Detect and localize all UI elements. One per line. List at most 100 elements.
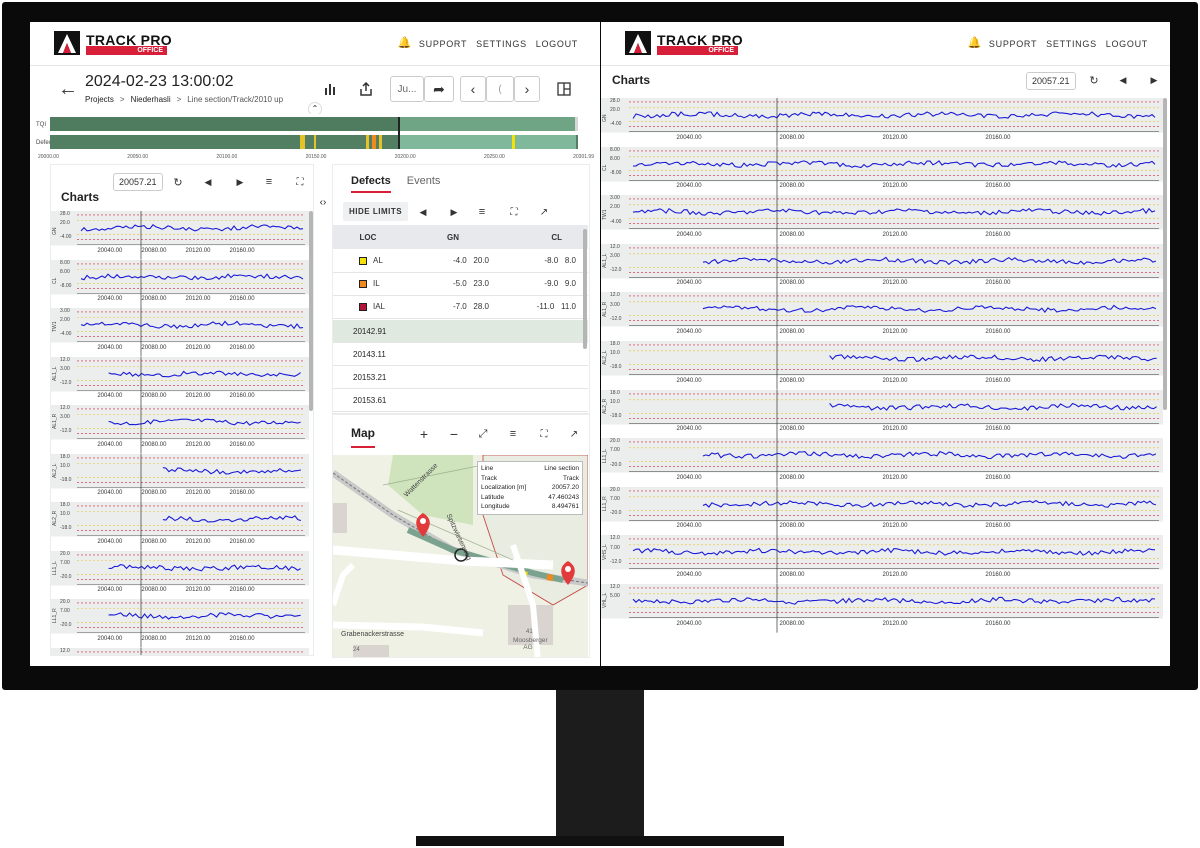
top-bar: TRACK PRO OFFICE 🔔 SUPPORT SETTINGS LOGO…: [601, 22, 1170, 66]
back-arrow-icon[interactable]: ←: [58, 78, 78, 101]
col-header-gn[interactable]: GN: [403, 225, 503, 249]
reset-icon[interactable]: ↻: [171, 175, 185, 189]
strip-label: CL: [52, 277, 58, 284]
position-box[interactable]: 20057.21: [113, 173, 163, 191]
settings-link[interactable]: SETTINGS: [476, 39, 527, 49]
panel-resize-icon[interactable]: ‹›: [314, 197, 332, 211]
strip-x-tick: 20120.00: [882, 523, 908, 530]
breadcrumb-projects[interactable]: Projects: [85, 95, 114, 104]
zoom-out-icon[interactable]: −: [447, 426, 461, 442]
defect-location-row[interactable]: 20153.21: [333, 366, 588, 389]
chart-strip-al2_r[interactable]: AL2_R 18.0 10.0 -18.0 20040.00 20080.00 20120.…: [51, 502, 309, 551]
chart-strip-al1_r[interactable]: AL1_R 12.0 3.00 -12.0 20040.00 20080.00 20120.…: [601, 292, 1163, 341]
strip-background: [51, 502, 309, 537]
support-link[interactable]: SUPPORT: [989, 39, 1037, 49]
chart-strip-gn[interactable]: GN 28.0 20.0 -4.00 20040.00 20080.00 20120.00 2…: [601, 98, 1163, 147]
strip-x-tick: 20080.00: [141, 344, 167, 351]
limit-row[interactable]: IL -5.0 23.0 -9.0 9.0: [333, 272, 588, 296]
tqi-track[interactable]: [50, 117, 578, 131]
col-header-cl[interactable]: CL: [503, 225, 588, 249]
reset-icon[interactable]: ↻: [1087, 73, 1101, 87]
chevron-left-icon[interactable]: ‹: [460, 76, 486, 102]
tab-defects[interactable]: Defects: [351, 175, 391, 193]
right-screen: TRACK PRO OFFICE 🔔 SUPPORT SETTINGS LOGO…: [601, 22, 1170, 666]
strip-y-tick: 18.0: [60, 453, 70, 460]
fullscreen-icon[interactable]: ⛶: [293, 175, 307, 189]
fit-bounds-icon[interactable]: ⤢: [476, 427, 490, 441]
hide-limits-button[interactable]: HIDE LIMITS: [343, 202, 409, 221]
strip-x-tick: 20160.00: [985, 571, 1011, 578]
step-back-icon[interactable]: ◀: [201, 175, 215, 189]
strip-x-tick: 20160.00: [229, 635, 255, 642]
strip-plot: [51, 211, 309, 260]
chevron-right-icon[interactable]: ›: [514, 76, 540, 102]
strip-y-tick: 5.00: [610, 593, 620, 600]
chart-strip-ll1_r[interactable]: LL1_R 20.0 7.00 -20.0 20040.00 20080.00 20120.…: [601, 486, 1163, 536]
bell-icon[interactable]: 🔔: [398, 38, 412, 49]
layout-icon[interactable]: [554, 76, 574, 102]
filter-icon[interactable]: ≡: [475, 205, 489, 219]
chart-strip-vhs_l[interactable]: VHS_L12.020040.0020080.0020120.0020160.0…: [51, 647, 309, 655]
chart-strip-cl[interactable]: CL 8.00 8.00 -8.00 20040.00 20080.00 20120.00 2…: [601, 146, 1163, 196]
defects-scrollbar[interactable]: [583, 229, 587, 349]
step-forward-icon[interactable]: ▶: [1147, 73, 1161, 87]
limit-row[interactable]: IAL -7.0 28.0 -11.0 11.0: [333, 295, 588, 319]
chart-strip-al1_r[interactable]: AL1_R 12.0 3.00 -12.0 20040.00 20080.00 20120.…: [51, 405, 309, 454]
charts-scrollbar[interactable]: [1163, 98, 1167, 410]
logout-link[interactable]: LOGOUT: [1106, 39, 1148, 49]
step-back-icon[interactable]: ◀: [1116, 73, 1130, 87]
chart-strip-al2_l[interactable]: AL2_L 18.0 10.0 -18.0 20040.00 20080.00 20120.…: [601, 341, 1163, 390]
filter-icon[interactable]: ≡: [262, 175, 276, 189]
strip-y-tick: -12.0: [610, 558, 622, 565]
defect-location-row[interactable]: 20142.91: [333, 320, 588, 343]
chart-strip-gn[interactable]: GN 28.0 20.0 -4.00 20040.00 20080.00 20120.00 2…: [51, 211, 309, 260]
col-header-loc[interactable]: LOC: [333, 225, 403, 249]
support-link[interactable]: SUPPORT: [419, 39, 467, 49]
strip-x-tick: 20040.00: [676, 183, 702, 190]
nav-input[interactable]: (: [486, 76, 514, 102]
chart-strip-ll1_r[interactable]: LL1_R 20.0 7.00 -20.0 20040.00 20080.00 20120.…: [51, 599, 309, 648]
bell-icon[interactable]: 🔔: [968, 38, 982, 49]
open-external-icon[interactable]: ↗: [567, 427, 581, 441]
defect-location-row[interactable]: 20143.11: [333, 343, 588, 366]
chart-strip-tw1[interactable]: TW1 3.00 2.00 -4.00 20040.00 20080.00 20120.00…: [601, 195, 1163, 244]
fullscreen-icon[interactable]: ⛶: [537, 427, 551, 441]
defect-track[interactable]: [50, 117, 578, 149]
breadcrumb-niederhasli[interactable]: Niederhasli: [131, 95, 171, 104]
step-back-icon[interactable]: ◀: [416, 205, 430, 219]
settings-link[interactable]: SETTINGS: [1046, 39, 1097, 49]
limit-row[interactable]: AL -4.0 20.0 -8.0 8.0: [333, 249, 588, 273]
chart-strip-al2_l[interactable]: AL2_L 18.0 10.0 -18.0 20040.00 20080.00 20120.…: [51, 453, 309, 502]
chart-strip-vhl_l[interactable]: VHL_L 12.0 5.00 20040.00 20080.00 20120.00 201…: [601, 584, 1163, 633]
map-view[interactable]: Wattenstrasse Spitzwiesenweg Grabenacker…: [333, 455, 588, 657]
chart-strip-al1_l[interactable]: AL1_L 12.0 3.00 -12.0 20040.00 20080.00 20120.…: [601, 243, 1163, 293]
chart-strip-al2_r[interactable]: AL2_R 18.0 10.0 -18.0 20040.00 20080.00 20120.…: [601, 389, 1163, 439]
strip-x-tick: 20160.00: [985, 134, 1011, 141]
chart-strip-ll1_l[interactable]: LL1_L 20.0 7.00 -20.0 20040.00 20080.00 20120.…: [601, 438, 1163, 487]
bar-chart-icon[interactable]: [320, 76, 340, 102]
zoom-in-icon[interactable]: +: [417, 426, 431, 442]
defect-location-row[interactable]: 20153.61: [333, 389, 588, 412]
forward-icon[interactable]: ➦: [424, 76, 454, 102]
open-external-icon[interactable]: ↗: [537, 205, 551, 219]
select-dropdown[interactable]: Ju...: [390, 76, 424, 102]
tooltip-row: Localization [m] 20057.20: [481, 483, 579, 493]
filter-icon[interactable]: ≡: [506, 427, 520, 441]
strip-x-tick: 20120.00: [882, 571, 908, 578]
chart-strip-al1_l[interactable]: AL1_L 12.0 3.00 -12.0 20040.00 20080.00 20120.…: [51, 356, 309, 405]
chart-strip-cl[interactable]: CL 8.00 8.00 -8.00 20040.00 20080.00 20120.00 2…: [51, 259, 309, 308]
chart-strip-vhs_l[interactable]: VHS_L 12.0 7.00 -12.0 20040.00 20080.00 20120.…: [601, 535, 1163, 584]
brand-logo[interactable]: TRACK PRO OFFICE: [625, 31, 745, 57]
chart-strip-tw1[interactable]: TW1 3.00 2.00 -4.00 20040.00 20080.00 20120.00…: [51, 308, 309, 357]
chart-strip-ll1_l[interactable]: LL1_L 20.0 7.00 -20.0 20040.00 20080.00 20120.…: [51, 550, 309, 599]
tab-events[interactable]: Events: [407, 175, 441, 193]
charts-scrollbar[interactable]: [309, 211, 313, 411]
brand-sub: OFFICE: [86, 46, 167, 55]
step-forward-icon[interactable]: ▶: [447, 205, 461, 219]
fullscreen-icon[interactable]: ⛶: [507, 205, 521, 219]
brand-logo[interactable]: TRACK PRO OFFICE: [54, 31, 174, 57]
position-box[interactable]: 20057.21: [1026, 72, 1076, 90]
share-icon[interactable]: [356, 76, 376, 102]
logout-link[interactable]: LOGOUT: [536, 39, 578, 49]
step-forward-icon[interactable]: ▶: [233, 175, 247, 189]
